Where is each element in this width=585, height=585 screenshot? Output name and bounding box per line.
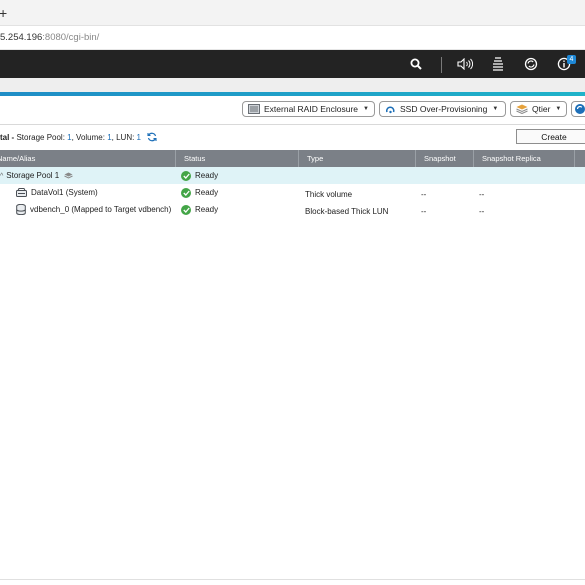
column-header-snapshot-replica[interactable]: Snapshot Replica — [473, 150, 574, 167]
qtier-label: Qtier — [532, 104, 551, 114]
total-summary: tal - Storage Pool: 1, Volume: 1, LUN: 1 — [0, 132, 157, 144]
volume-status: Ready — [195, 188, 219, 197]
table-row-volume[interactable]: DataVol1 (System) Ready Thick volume -- … — [0, 184, 585, 201]
external-raid-enclosure-label: External RAID Enclosure — [264, 104, 359, 114]
ready-check-icon — [181, 204, 191, 215]
ssd-icon — [385, 104, 396, 115]
pool-label: Storage Pool: — [16, 133, 68, 142]
ready-check-icon — [181, 187, 191, 198]
pool-name: Storage Pool 1 — [6, 171, 60, 180]
external-raid-enclosure-button[interactable]: External RAID Enclosure ▼ — [242, 101, 375, 117]
table-row-lun[interactable]: vdbench_0 (Mapped to Target vdbench) Rea… — [0, 201, 585, 218]
ready-check-icon — [181, 170, 191, 181]
chevron-down-icon: ▼ — [363, 106, 369, 112]
volume-label: , Volume: — [71, 133, 108, 142]
new-tab-button[interactable]: + — [0, 6, 7, 20]
lun-icon — [16, 204, 26, 215]
refresh-icon[interactable] — [147, 132, 157, 144]
url-host: 5.254.196 — [0, 32, 43, 43]
lun-label: , LUN: — [111, 133, 137, 142]
lun-type: Block-based Thick LUN — [305, 207, 389, 216]
volume-status-cell: Ready — [181, 184, 218, 201]
cycle-icon — [575, 104, 585, 114]
lun-name: vdbench_0 (Mapped to Target vdbench) — [30, 205, 172, 214]
stack-icon[interactable] — [487, 50, 509, 78]
pool-status-cell: Ready — [181, 167, 218, 184]
column-header-status[interactable]: Status — [175, 150, 298, 167]
qtier-icon — [516, 104, 528, 114]
chevron-down-icon: ▼ — [492, 106, 499, 112]
url-text[interactable]: 5.254.196:8080/cgi-bin/ — [0, 32, 99, 43]
lun-status-cell: Ready — [181, 201, 218, 218]
sync-icon[interactable] — [520, 50, 542, 78]
volume-icon[interactable] — [454, 50, 476, 78]
pool-name-cell: ^ Storage Pool 1 — [0, 167, 73, 184]
browser-tab-strip: + — [0, 0, 585, 26]
ssd-over-provisioning-label: SSD Over-Provisioning — [400, 104, 488, 114]
summary-bar: tal - Storage Pool: 1, Volume: 1, LUN: 1… — [0, 124, 585, 148]
pool-stack-icon — [64, 168, 73, 185]
column-header-type[interactable]: Type — [298, 150, 415, 167]
pool-status: Ready — [195, 171, 219, 180]
volume-name: DataVol1 (System) — [31, 188, 98, 197]
total-prefix: tal - — [0, 133, 17, 142]
lun-snapshot-replica: -- — [479, 207, 485, 216]
column-header-name[interactable]: Name/Alias — [0, 150, 175, 167]
url-path: :8080/cgi-bin/ — [42, 32, 100, 43]
column-header-snapshot[interactable]: Snapshot — [415, 150, 473, 167]
top-navigation-bar: 4 — [0, 50, 585, 78]
nav-divider — [441, 57, 442, 73]
volume-name-cell: DataVol1 (System) — [16, 184, 98, 201]
lun-count: 1 — [136, 133, 141, 142]
more-button[interactable] — [571, 101, 585, 117]
search-icon[interactable] — [405, 50, 427, 78]
address-bar[interactable]: 5.254.196:8080/cgi-bin/ — [0, 26, 585, 50]
notification-badge: 4 — [567, 55, 576, 64]
ssd-over-provisioning-button[interactable]: SSD Over-Provisioning ▼ — [379, 101, 506, 117]
sub-header-strip — [0, 78, 585, 92]
lun-name-cell: vdbench_0 (Mapped to Target vdbench) — [16, 201, 171, 218]
lun-snapshot: -- — [421, 207, 427, 216]
volume-icon — [16, 187, 27, 198]
column-header-extra — [574, 150, 585, 167]
lun-status: Ready — [195, 205, 219, 214]
table-row-storage-pool[interactable]: ^ Storage Pool 1 Ready — [0, 167, 585, 184]
bottom-divider — [0, 579, 585, 580]
qtier-button[interactable]: Qtier ▼ — [510, 101, 567, 117]
create-button[interactable]: Create — [516, 129, 585, 144]
raid-enclosure-icon — [248, 104, 260, 114]
table-header: Name/Alias Status Type Snapshot Snapshot… — [0, 150, 585, 167]
collapse-caret-icon[interactable]: ^ — [0, 173, 3, 180]
storage-toolbar: External RAID Enclosure ▼ SSD Over-Provi… — [0, 96, 585, 122]
chevron-down-icon: ▼ — [555, 106, 562, 112]
